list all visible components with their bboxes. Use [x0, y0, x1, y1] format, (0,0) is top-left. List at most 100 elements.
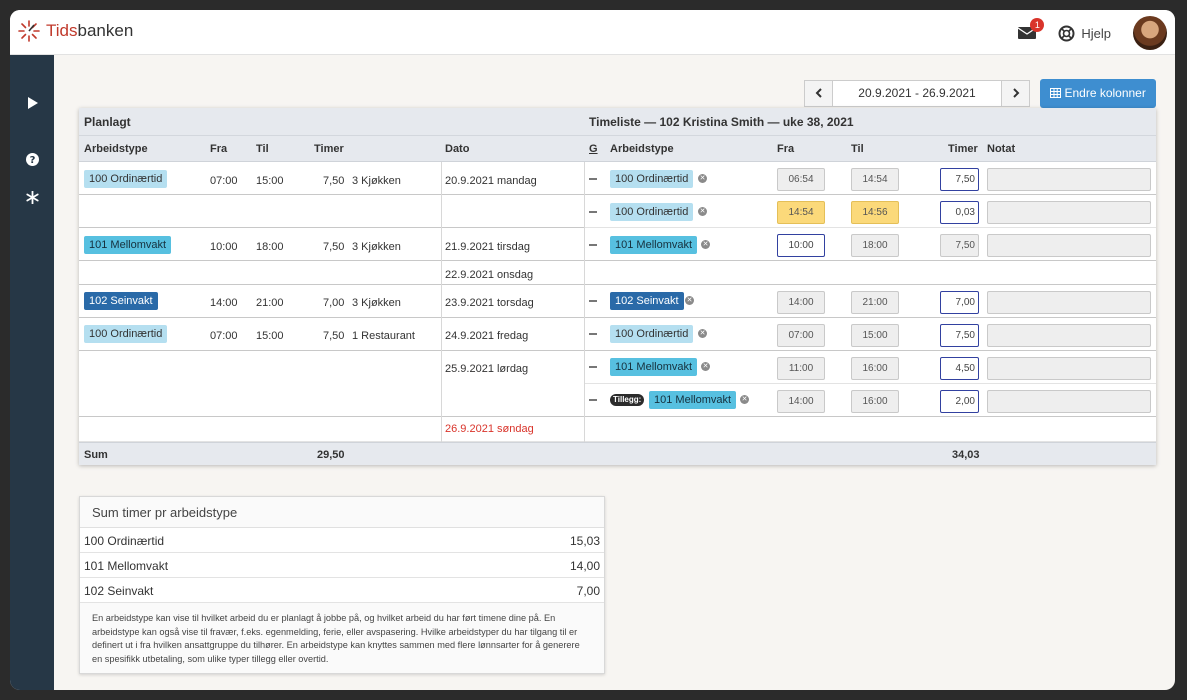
logo[interactable]: Tidsbanken: [18, 20, 133, 42]
sheet-hours-input[interactable]: 4,50: [940, 357, 979, 380]
planned-type-tag[interactable]: 102 Seinvakt: [84, 292, 158, 310]
note-input[interactable]: [987, 390, 1151, 413]
col-sheet-from: Fra: [777, 143, 795, 155]
collapse-icon[interactable]: [589, 178, 597, 180]
next-week-button[interactable]: [1001, 81, 1029, 106]
sheet-hours-input[interactable]: 2,00: [940, 390, 979, 413]
timesheet-title: Timeliste — 102 Kristina Smith — uke 38,…: [589, 115, 854, 129]
note-input[interactable]: [987, 324, 1151, 347]
collapse-icon[interactable]: [589, 244, 597, 246]
avatar[interactable]: [1133, 16, 1167, 50]
table-icon: [1050, 88, 1062, 98]
remove-icon[interactable]: ✕: [698, 207, 707, 216]
date-range-field[interactable]: 20.9.2021 - 26.9.2021: [833, 81, 1001, 106]
sheet-to-input[interactable]: 18:00: [851, 234, 899, 257]
sheet-to-input[interactable]: 15:00: [851, 324, 899, 347]
planned-type-tag[interactable]: 100 Ordinærtid: [84, 170, 168, 188]
planned-from: 14:00: [210, 297, 238, 309]
tillegg-badge: Tillegg:: [610, 394, 645, 406]
remove-icon[interactable]: ✕: [701, 362, 710, 371]
timesheet-table: Planlagt Timeliste — 102 Kristina Smith …: [79, 108, 1156, 465]
summary-type: 102 Seinvakt: [84, 584, 154, 598]
sheet-from-input[interactable]: 06:54: [777, 168, 825, 191]
sheet-type-tag[interactable]: 100 Ordinærtid: [610, 325, 694, 343]
snowflake-icon[interactable]: [24, 190, 40, 207]
sum-timesheet: 34,03: [952, 449, 980, 461]
play-icon[interactable]: [24, 97, 40, 113]
sheet-hours-input[interactable]: 0,03: [940, 201, 979, 224]
help-label: Hjelp: [1081, 25, 1111, 41]
note-input[interactable]: [987, 291, 1151, 314]
note-input[interactable]: [987, 201, 1151, 224]
remove-icon[interactable]: ✕: [698, 329, 707, 338]
summary-panel: Sum timer pr arbeidstype 100 Ordinærtid …: [79, 496, 605, 674]
sheet-to-input[interactable]: 16:00: [851, 390, 899, 413]
col-note: Notat: [987, 143, 1016, 155]
remove-icon[interactable]: ✕: [685, 296, 694, 305]
mail-button[interactable]: 1: [1018, 18, 1045, 40]
col-planned-hours: Timer: [314, 143, 344, 155]
chevron-right-icon: [1012, 88, 1019, 98]
sheet-from-input[interactable]: 14:00: [777, 390, 825, 413]
col-g[interactable]: G: [589, 143, 598, 155]
col-planned-from: Fra: [210, 143, 228, 155]
sheet-type-tag[interactable]: 101 Mellomvakt: [610, 236, 698, 254]
col-planned-to: Til: [256, 143, 269, 155]
planned-type-tag[interactable]: 101 Mellomvakt: [84, 236, 172, 254]
sheet-hours-input[interactable]: 7,50: [940, 234, 979, 257]
collapse-icon[interactable]: [589, 399, 597, 401]
sheet-type-tag[interactable]: 100 Ordinærtid: [610, 170, 694, 188]
sheet-type-tag[interactable]: 100 Ordinærtid: [610, 203, 694, 221]
sheet-to-input[interactable]: 21:00: [851, 291, 899, 314]
sheet-hours-input[interactable]: 7,00: [940, 291, 979, 314]
planned-type-tag[interactable]: 100 Ordinærtid: [84, 325, 168, 343]
sheet-hours-input[interactable]: 7,50: [940, 168, 979, 191]
logo-icon: [18, 20, 40, 42]
column-header-row: Arbeidstype Fra Til Timer Dato G Arbeids…: [79, 136, 1156, 162]
note-input[interactable]: [987, 234, 1151, 257]
change-columns-button[interactable]: Endre kolonner: [1040, 79, 1156, 108]
sheet-to-input[interactable]: 16:00: [851, 357, 899, 380]
planned-hours: 7,00: [323, 297, 345, 309]
sheet-type-tag[interactable]: 101 Mellomvakt: [610, 358, 698, 376]
sheet-type-tag[interactable]: 101 Mellomvakt: [649, 391, 737, 409]
remove-icon[interactable]: ✕: [740, 395, 749, 404]
collapse-icon[interactable]: [589, 366, 597, 368]
table-row: [79, 261, 1156, 285]
collapse-icon[interactable]: [589, 333, 597, 335]
planned-to: 21:00: [256, 297, 284, 309]
note-input[interactable]: [987, 168, 1151, 191]
sum-planned: 29,50: [317, 449, 345, 461]
sheet-from-input[interactable]: 10:00: [777, 234, 825, 257]
help-button[interactable]: Hjelp: [1058, 25, 1111, 42]
col-sheet-type: Arbeidstype: [610, 143, 674, 155]
sheet-from-input[interactable]: 11:00: [777, 357, 825, 380]
sheet-to-input[interactable]: 14:54: [851, 168, 899, 191]
sheet-hours-input[interactable]: 7,50: [940, 324, 979, 347]
planned-place: 3 Kjøkken: [352, 297, 401, 309]
question-icon[interactable]: ?: [24, 153, 40, 169]
table-row: [79, 417, 1156, 442]
remove-icon[interactable]: ✕: [701, 240, 710, 249]
sheet-from-input[interactable]: 07:00: [777, 324, 825, 347]
summary-title: Sum timer pr arbeidstype: [80, 497, 604, 528]
divider: [584, 162, 585, 442]
remove-icon[interactable]: ✕: [698, 174, 707, 183]
summary-value: 14,00: [569, 559, 600, 573]
planned-date-sunday: 26.9.2021 søndag: [445, 423, 534, 435]
planned-place: 3 Kjøkken: [352, 241, 401, 253]
collapse-icon[interactable]: [589, 300, 597, 302]
prev-week-button[interactable]: [805, 81, 833, 106]
sheet-type-tag[interactable]: 102 Seinvakt: [610, 292, 684, 310]
planned-date: 22.9.2021 onsdag: [445, 269, 534, 281]
collapse-icon[interactable]: [589, 211, 597, 213]
col-planned-type: Arbeidstype: [84, 143, 148, 155]
sheet-to-input[interactable]: 14:56: [851, 201, 899, 224]
sheet-from-input[interactable]: 14:54: [777, 201, 825, 224]
note-input[interactable]: [987, 357, 1151, 380]
planned-place: 1 Restaurant: [352, 330, 415, 342]
sheet-from-input[interactable]: 14:00: [777, 291, 825, 314]
planned-to: 15:00: [256, 175, 284, 187]
date-picker: 20.9.2021 - 26.9.2021: [804, 80, 1030, 107]
summary-row: 101 Mellomvakt 14,00: [80, 553, 604, 578]
